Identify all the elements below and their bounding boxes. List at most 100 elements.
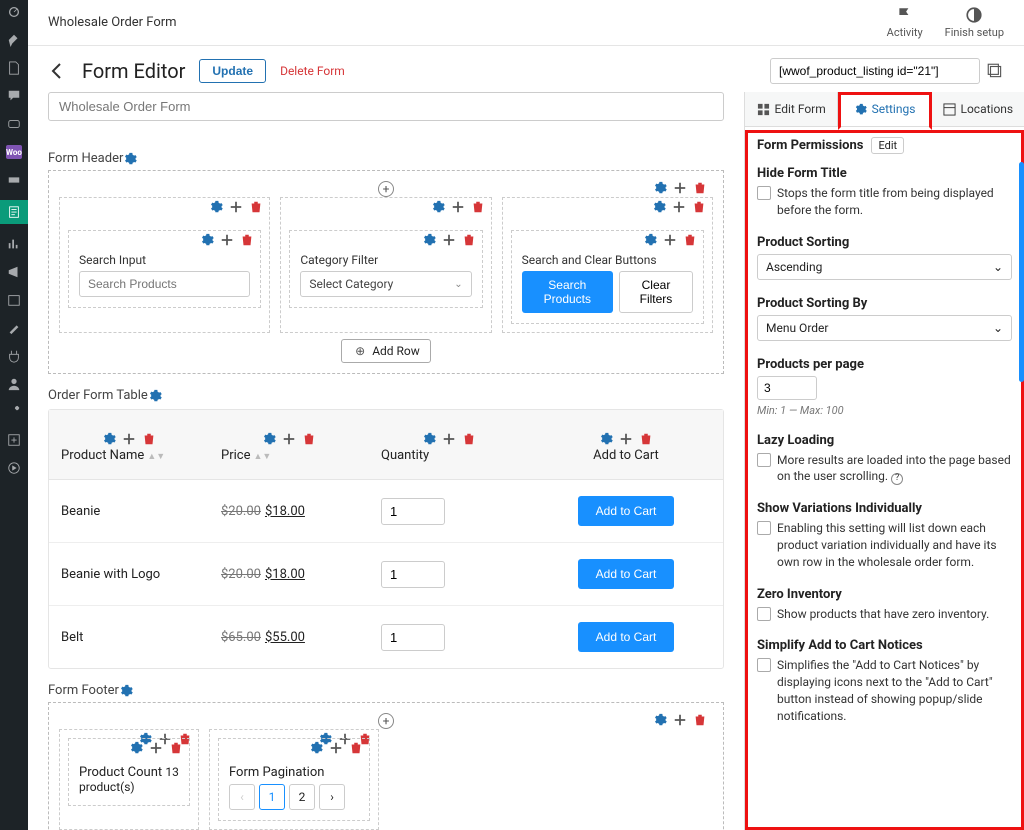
sort-icon[interactable]: ▲▼ (147, 452, 165, 462)
plus-icon[interactable] (329, 741, 343, 755)
trash-icon[interactable] (249, 200, 263, 214)
add-to-cart-button[interactable]: Add to Cart (578, 622, 675, 652)
sorting-select[interactable]: Ascending⌄ (757, 254, 1012, 280)
rail-calendar-icon[interactable] (6, 292, 22, 308)
page-2[interactable]: 2 (289, 784, 315, 810)
rail-form-icon[interactable] (0, 200, 28, 224)
trash-icon[interactable] (462, 432, 476, 446)
trash-icon[interactable] (302, 432, 316, 446)
scrollbar[interactable] (1018, 92, 1024, 830)
gear-icon[interactable] (119, 684, 133, 698)
sortby-select[interactable]: Menu Order⌄ (757, 315, 1012, 341)
plus-icon[interactable] (122, 432, 136, 446)
form-name-input[interactable] (48, 92, 724, 121)
rail-user-icon[interactable] (6, 376, 22, 392)
gear-icon[interactable] (422, 432, 436, 446)
copy-icon[interactable] (986, 62, 1004, 80)
rail-brush-icon[interactable] (6, 320, 22, 336)
rail-page-icon[interactable] (6, 60, 22, 76)
add-row-button[interactable]: ⊕Add Row (341, 339, 431, 363)
back-button[interactable] (48, 61, 68, 81)
add-row-top-icon[interactable]: + (378, 181, 394, 197)
page-next[interactable]: › (319, 784, 345, 810)
gear-icon[interactable] (643, 233, 657, 247)
gear-icon[interactable] (123, 152, 137, 166)
plus-icon[interactable] (451, 200, 465, 214)
update-button[interactable]: Update (199, 59, 266, 83)
col-name[interactable]: Product Name (61, 448, 144, 463)
trash-icon[interactable] (471, 200, 485, 214)
plus-icon[interactable] (220, 233, 234, 247)
page-prev[interactable]: ‹ (229, 784, 255, 810)
trash-icon[interactable] (142, 432, 156, 446)
page-1[interactable]: 1 (259, 784, 285, 810)
zero-checkbox[interactable] (757, 607, 771, 621)
qty-input[interactable] (381, 624, 445, 651)
gear-icon[interactable] (209, 200, 223, 214)
add-to-cart-button[interactable]: Add to Cart (578, 559, 675, 589)
search-products-button[interactable]: Search Products (522, 271, 613, 313)
plus-icon[interactable] (282, 432, 296, 446)
trash-icon[interactable] (462, 233, 476, 247)
tab-edit-form[interactable]: Edit Form (745, 92, 837, 126)
rail-comment-icon[interactable] (6, 88, 22, 104)
add-to-cart-button[interactable]: Add to Cart (578, 496, 675, 526)
tab-settings[interactable]: Settings (837, 92, 931, 126)
gear-icon[interactable] (652, 200, 666, 214)
plus-icon[interactable] (149, 741, 163, 755)
finish-setup-button[interactable]: Finish setup (945, 6, 1004, 39)
permissions-edit-button[interactable]: Edit (871, 137, 904, 154)
col-price[interactable]: Price (221, 448, 250, 463)
lazy-checkbox[interactable] (757, 453, 771, 467)
rail-plugin-icon[interactable] (6, 348, 22, 364)
rail-addnew-icon[interactable] (6, 432, 22, 448)
trash-icon[interactable] (349, 741, 363, 755)
trash-icon[interactable] (240, 233, 254, 247)
plus-icon[interactable] (442, 432, 456, 446)
gear-icon[interactable] (102, 432, 116, 446)
activity-button[interactable]: Activity (887, 6, 923, 39)
qty-input[interactable] (381, 498, 445, 525)
gear-icon[interactable] (653, 713, 667, 727)
rail-play-icon[interactable] (6, 460, 22, 476)
rail-ticket-icon[interactable] (6, 172, 22, 188)
rail-media-icon[interactable] (6, 116, 22, 132)
trash-icon[interactable] (693, 713, 707, 727)
sort-icon[interactable]: ▲▼ (253, 452, 271, 462)
trash-icon[interactable] (169, 741, 183, 755)
gear-icon[interactable] (309, 741, 323, 755)
gear-icon[interactable] (262, 432, 276, 446)
trash-icon[interactable] (639, 432, 653, 446)
rail-woo-icon[interactable]: Woo (6, 144, 22, 160)
plus-icon[interactable] (229, 200, 243, 214)
simplify-checkbox[interactable] (757, 658, 771, 672)
gear-icon[interactable] (148, 389, 162, 403)
rail-dashboard-icon[interactable] (6, 4, 22, 20)
clear-filters-button[interactable]: Clear Filters (619, 271, 693, 313)
search-input[interactable] (79, 271, 250, 297)
add-row-top-icon[interactable]: + (378, 713, 394, 729)
trash-icon[interactable] (683, 233, 697, 247)
perpage-input[interactable] (757, 376, 817, 400)
gear-icon[interactable] (129, 741, 143, 755)
plus-icon[interactable] (663, 233, 677, 247)
plus-icon[interactable] (442, 233, 456, 247)
gear-icon[interactable] (653, 181, 667, 195)
plus-icon[interactable] (673, 181, 687, 195)
variations-checkbox[interactable] (757, 521, 771, 535)
gear-icon[interactable] (431, 200, 445, 214)
help-icon[interactable]: ? (891, 473, 903, 485)
category-select[interactable]: Select Category⌄ (300, 271, 471, 297)
gear-icon[interactable] (422, 233, 436, 247)
trash-icon[interactable] (693, 181, 707, 195)
rail-tools-icon[interactable] (6, 404, 22, 420)
shortcode-input[interactable] (770, 58, 980, 84)
rail-pin-icon[interactable] (6, 32, 22, 48)
rail-analytics-icon[interactable] (6, 236, 22, 252)
delete-form-link[interactable]: Delete Form (280, 64, 345, 78)
plus-icon[interactable] (619, 432, 633, 446)
qty-input[interactable] (381, 561, 445, 588)
tab-locations[interactable]: Locations (932, 92, 1024, 126)
plus-icon[interactable] (673, 713, 687, 727)
gear-icon[interactable] (200, 233, 214, 247)
